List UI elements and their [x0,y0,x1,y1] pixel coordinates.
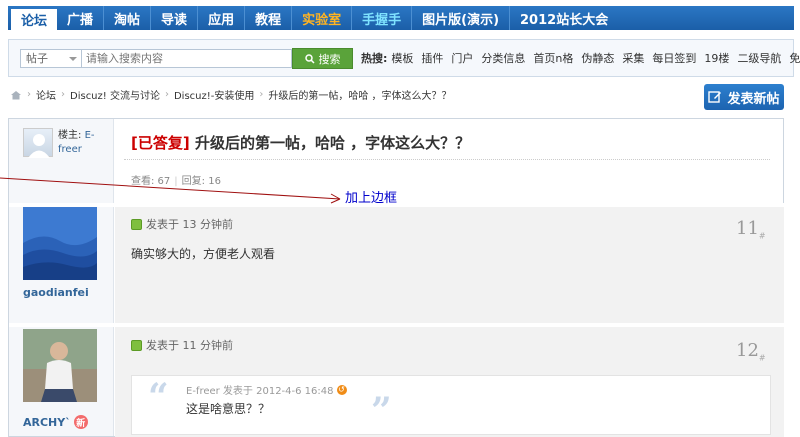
hot-link[interactable]: 伪静态 [581,50,614,66]
mountain-avatar-image [23,207,97,280]
post-meta: 发表于 11 分钟前 [131,337,233,353]
search-scope-value: 帖子 [26,52,48,65]
hot-link[interactable]: 19楼 [704,50,729,66]
search-icon [304,53,315,64]
nav-lab[interactable]: 实验室 [292,6,353,30]
photo-avatar-image [23,329,97,402]
username[interactable]: ARCHY` 新 [23,415,88,429]
jump-back-icon[interactable]: ↺ [336,384,347,395]
hot-link[interactable]: 门户 [451,50,473,66]
nav-collection[interactable]: 淘帖 [104,6,152,30]
avatar[interactable] [23,329,97,402]
hot-link[interactable]: 免费模板 [789,50,800,66]
op-label: 楼主: E-freer [58,129,110,157]
post-icon [131,339,142,351]
new-post-button[interactable]: 发表新帖 [704,84,784,110]
quote-header: E-freer 发表于 2012-4-6 16:48 ↺ [186,382,347,397]
thread-title: [已答复] 升级后的第一帖，哈哈 ，字体这么大？？ [131,132,470,153]
nav-broadcast[interactable]: 广播 [57,6,105,30]
top-nav: 论坛 广播 淘帖 导读 应用 教程 实验室 手握手 图片版(演示) 2012站长… [8,6,794,30]
answered-tag[interactable]: [已答复] [131,134,190,152]
op-prefix: 楼主: [58,130,82,141]
reply-count: 回复: 16 [181,176,221,187]
search-scope-select[interactable]: 帖子 [20,49,82,68]
chevron-right-icon: › [27,89,31,100]
user-icon [28,134,50,158]
post-time: 发表于 11 分钟前 [146,339,233,352]
new-post-label: 发表新帖 [727,91,780,107]
breadcrumb-forum[interactable]: 论坛 [36,87,56,102]
post-meta: 发表于 13 分钟前 [131,216,233,232]
hot-link[interactable]: 每日签到 [652,50,696,66]
hot-search-links: 热搜: 模板 插件 门户 分类信息 首页n格 伪静态 采集 每日签到 19楼 二… [361,50,800,66]
nav-forum[interactable]: 论坛 [11,9,58,30]
thread-title-text: 升级后的第一帖，哈哈 ，字体这么大？？ [194,134,471,152]
search-button-label: 搜索 [318,52,341,66]
thread-container: 楼主: E-freer [已答复] 升级后的第一帖，哈哈 ，字体这么大？？ 查看… [8,118,785,437]
chevron-right-icon: › [259,89,264,100]
nav-hand-in-hand[interactable]: 手握手 [352,6,413,30]
nav-guide[interactable]: 导读 [151,6,199,30]
new-member-badge: 新 [73,415,88,429]
breadcrumb-install[interactable]: Discuz!-安装使用 [174,87,254,102]
quote-author: E-freer 发表于 2012-4-6 16:48 [186,386,334,397]
nav-picture-edition[interactable]: 图片版(演示) [412,6,511,30]
breadcrumb-thread[interactable]: 升级后的第一帖，哈哈 ，字体这么大？？ [268,87,451,102]
hot-link[interactable]: 首页n格 [533,50,573,66]
chevron-down-icon [69,57,77,61]
quote-block: “ E-freer 发表于 2012-4-6 16:48 ↺ 这是啥意思？？ ” [131,375,771,435]
chevron-right-icon: › [61,89,65,100]
quote-close-icon: ” [371,390,392,432]
hot-link[interactable]: 二级导航 [737,50,781,66]
edit-icon [708,91,722,103]
quote-open-icon: “ [148,376,169,418]
divider [124,159,770,160]
breadcrumb-discussion[interactable]: Discuz! 交流与讨论 [70,87,160,102]
hot-search-label: 热搜: [361,52,388,65]
post-icon [131,218,142,230]
hot-link[interactable]: 插件 [421,50,443,66]
hot-link[interactable]: 模板 [391,50,413,66]
username-text: ARCHY` [23,415,71,429]
nav-webmaster-conference[interactable]: 2012站长大会 [510,6,618,30]
breadcrumb: › 论坛 › Discuz! 交流与讨论 › Discuz!-安装使用 › 升级… [10,87,452,102]
floor-number[interactable]: 11# [736,218,766,241]
nav-tutorials[interactable]: 教程 [245,6,293,30]
chevron-right-icon: › [164,89,169,100]
quote-text: 这是啥意思？？ [186,402,271,416]
view-count: 查看: 67 [131,176,171,187]
username[interactable]: gaodianfei [23,286,89,299]
home-icon[interactable] [10,90,22,100]
hot-link[interactable]: 分类信息 [481,50,525,66]
search-bar: 帖子 搜索 热搜: 模板 插件 门户 分类信息 首页n格 伪静态 采集 每日签到… [8,39,800,77]
search-button[interactable]: 搜索 [292,48,353,69]
thread-stats: 查看: 67 | 回复: 16 [131,176,221,187]
op-avatar[interactable] [23,128,53,158]
search-input[interactable] [82,49,292,68]
post-content: 确实够大的，方便老人观看 [131,247,276,261]
nav-apps[interactable]: 应用 [198,6,246,30]
annotation-text: 加上边框 [345,191,398,206]
floor-number[interactable]: 12# [736,340,766,363]
hot-link[interactable]: 采集 [622,50,644,66]
avatar[interactable] [23,207,97,280]
post-time: 发表于 13 分钟前 [146,218,233,231]
